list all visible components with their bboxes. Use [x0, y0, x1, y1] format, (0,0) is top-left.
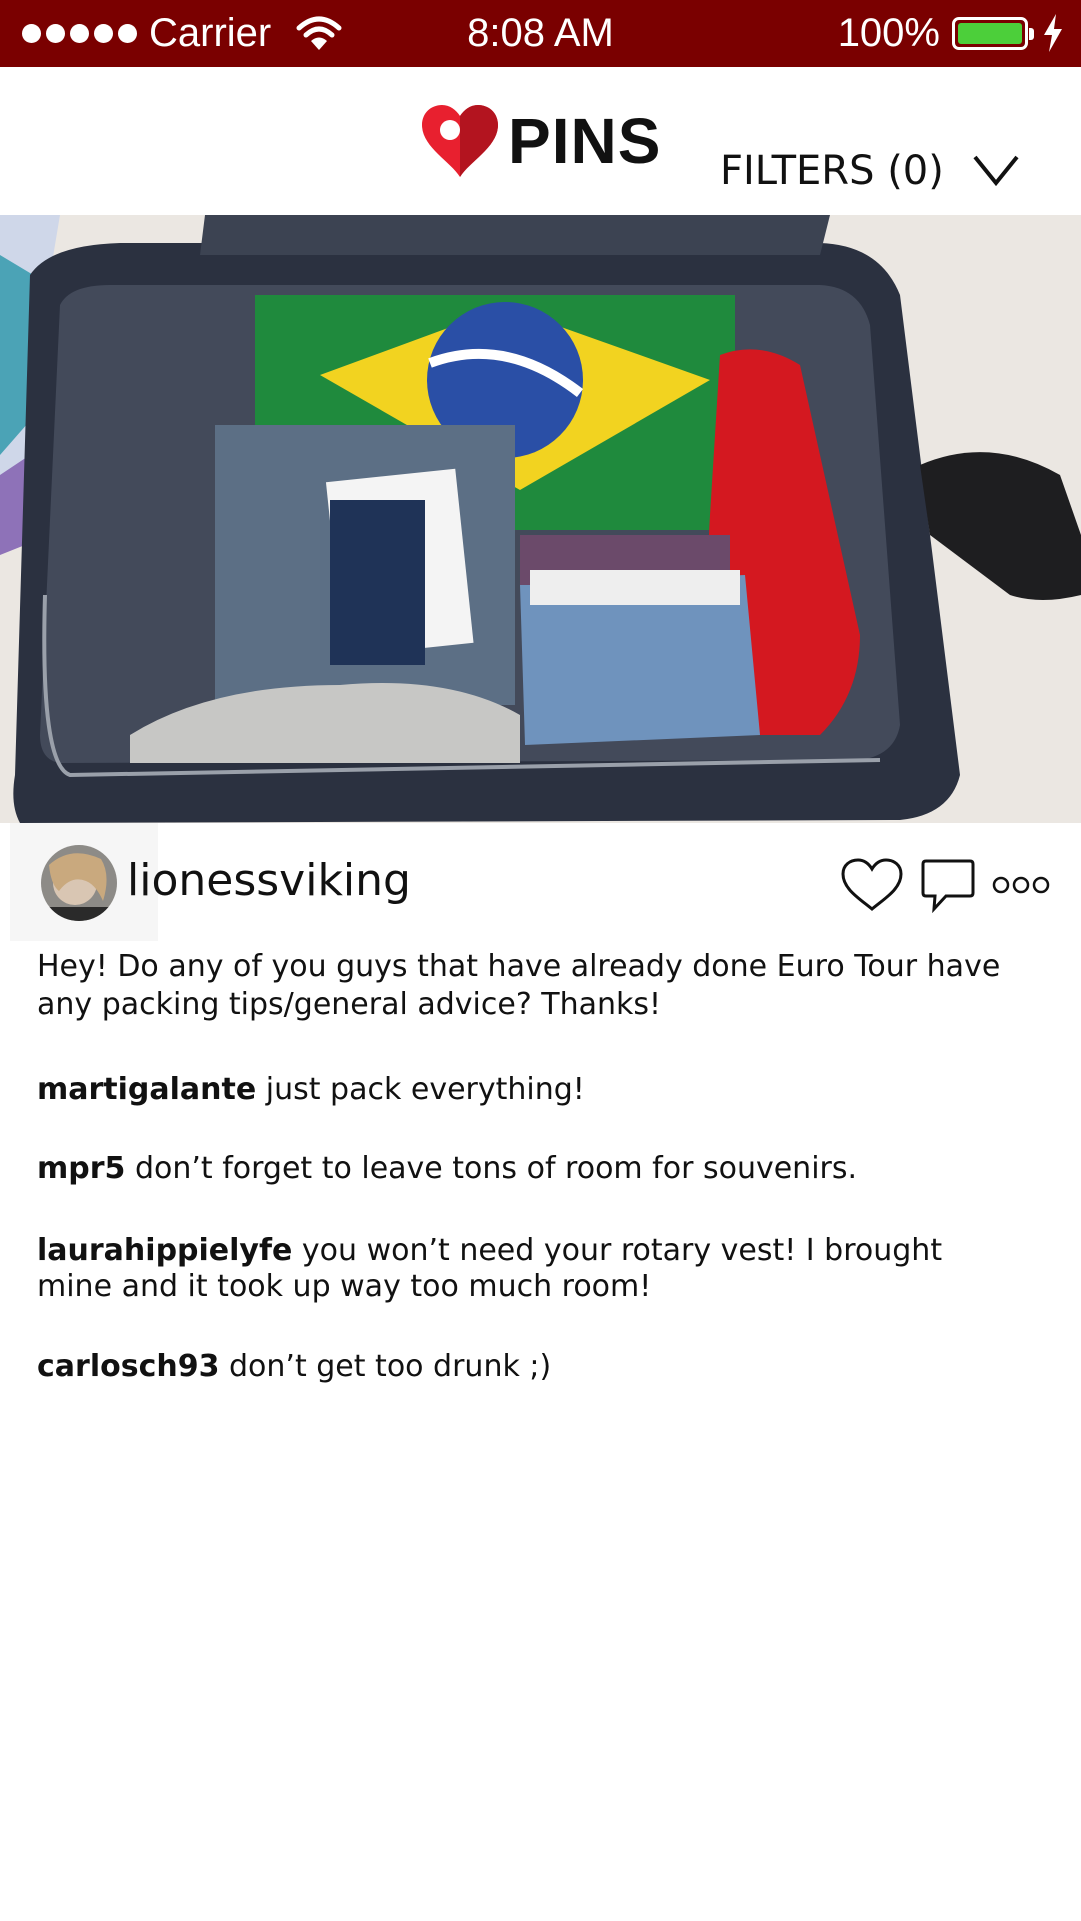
chevron-down-icon	[973, 155, 1019, 187]
comment-text: don’t forget to leave tons of room for s…	[125, 1151, 858, 1186]
comment-username[interactable]: martigalante	[37, 1072, 256, 1107]
avatar[interactable]	[41, 845, 117, 921]
comment-item: carlosch93 don’t get too drunk ;)	[37, 1349, 997, 1385]
comment-username[interactable]: laurahippielyfe	[37, 1233, 292, 1268]
post-photo[interactable]	[0, 215, 1081, 823]
charging-icon	[1044, 14, 1062, 52]
status-bar: Carrier 8:08 AM 100%	[0, 0, 1081, 67]
battery-icon	[952, 17, 1028, 50]
app-logo[interactable]: PINS	[420, 103, 661, 179]
comment-username[interactable]: carlosch93	[37, 1349, 219, 1384]
heart-icon[interactable]	[840, 857, 904, 913]
app-header: PINS FILTERS (0)	[0, 67, 1081, 215]
comment-username[interactable]: mpr5	[37, 1151, 125, 1186]
more-icon[interactable]	[992, 874, 1050, 896]
post-author-row: lionessviking	[0, 823, 1081, 943]
post-caption: Hey! Do any of you guys that have alread…	[37, 949, 1001, 1022]
comment-item: laurahippielyfe you won’t need your rota…	[37, 1233, 957, 1305]
map-pin-heart-icon	[422, 105, 498, 177]
suitcase-photo	[0, 215, 1081, 823]
comment-text: just pack everything!	[256, 1072, 585, 1107]
comment-icon[interactable]	[920, 857, 976, 913]
comment-text: don’t get too drunk ;)	[219, 1349, 552, 1384]
comment-item: martigalante just pack everything!	[37, 1072, 997, 1108]
comment-item: mpr5 don’t forget to leave tons of room …	[37, 1151, 997, 1187]
battery-percentage: 100%	[837, 11, 940, 55]
post-actions	[840, 857, 1050, 913]
app-title: PINS	[508, 105, 662, 177]
filters-dropdown[interactable]: FILTERS (0)	[720, 147, 1020, 195]
post-username[interactable]: lionessviking	[127, 853, 411, 909]
filters-label: FILTERS (0)	[720, 148, 944, 194]
